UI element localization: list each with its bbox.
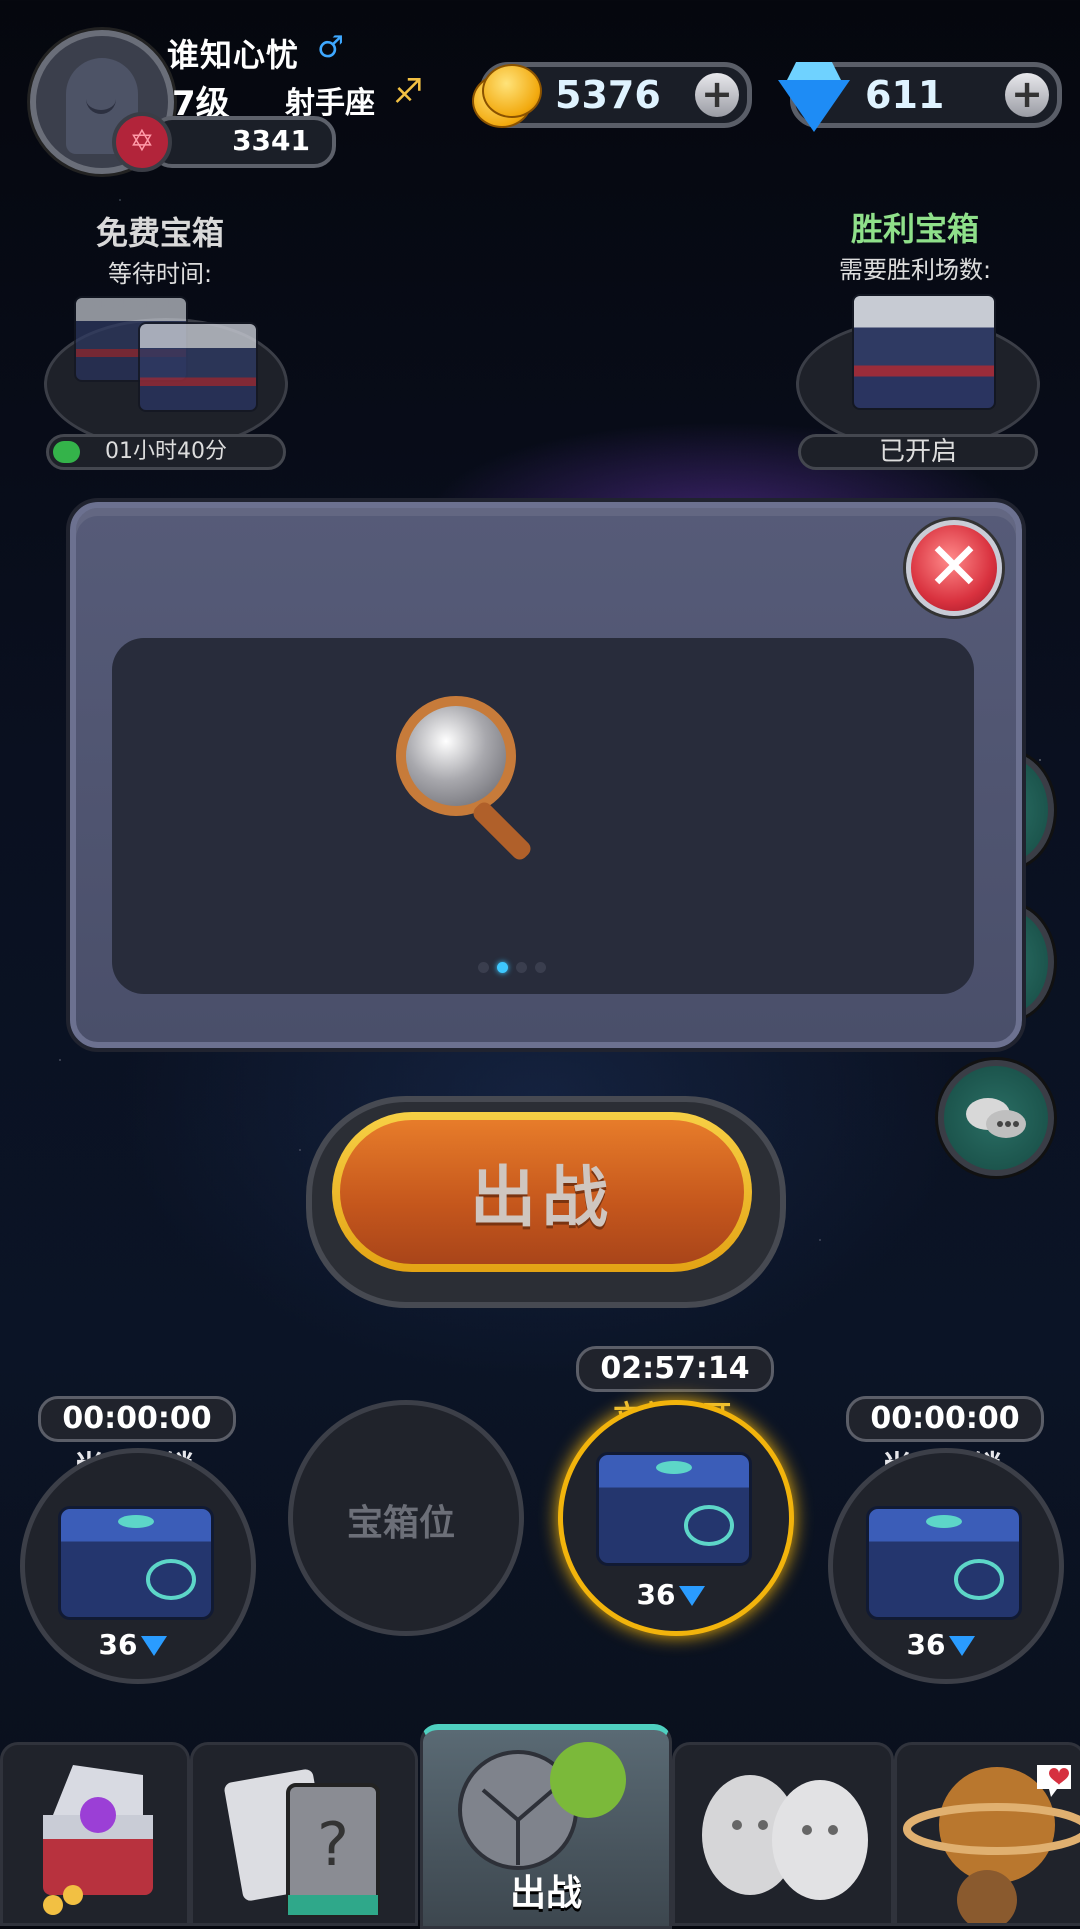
free-chest-crate-icon (138, 322, 258, 412)
victory-chest-status: 已开启 (798, 434, 1038, 470)
page-dot-active[interactable] (497, 962, 508, 973)
rank-points-bar: 3341 (150, 116, 336, 168)
friends-icon (702, 1775, 868, 1900)
mystery-card-icon: ? (224, 1769, 380, 1917)
player-name: 谁知心忧 (167, 36, 300, 74)
add-gems-button[interactable]: + (1005, 73, 1049, 117)
chat-button[interactable] (938, 1060, 1054, 1176)
free-chest-title: 免费宝箱 (95, 214, 224, 252)
slot-3-timer: 02:57:14 (576, 1346, 774, 1392)
rank-star-icon: ✡ (112, 112, 172, 172)
nav-tab-battle-label: 出战 (509, 1873, 582, 1914)
gem-icon (141, 1636, 168, 1656)
page-dot[interactable] (516, 962, 527, 973)
rank-points: 3341 (232, 124, 310, 157)
bottom-navigation: ? 出战 (0, 1724, 1080, 1929)
chat-bubbles-icon (966, 1098, 1026, 1138)
gem-count: 611 (865, 73, 945, 117)
nav-tab-battle[interactable]: 出战 (420, 1724, 672, 1929)
slot-1-price: 36 (58, 1628, 208, 1661)
treasure-chest-icon (43, 1765, 153, 1915)
nav-tab-shop[interactable] (0, 1742, 190, 1926)
battle-button[interactable]: 出战 (332, 1112, 752, 1272)
nav-tab-friends[interactable] (672, 1742, 894, 1926)
slot-1-price-value: 36 (98, 1628, 138, 1661)
gem-icon (949, 1636, 976, 1656)
slot-4-chest-icon (866, 1506, 1022, 1620)
nav-tab-cards[interactable]: ? (190, 1742, 418, 1926)
victory-chest-crate-icon (852, 294, 996, 410)
slot-4-timer: 00:00:00 (846, 1396, 1044, 1442)
coin-count: 5376 (555, 73, 661, 117)
slot-1-chest-icon (58, 1506, 214, 1620)
slot-4-price-value: 36 (906, 1628, 946, 1661)
close-modal-button[interactable]: ✕ (906, 520, 1002, 616)
slot-3-chest-icon (596, 1452, 752, 1566)
slot-3-price: 36 (596, 1578, 746, 1611)
free-chest-timer-bar: 01小时40分 (46, 434, 286, 470)
blue-gem-icon (778, 58, 852, 132)
magnifying-glass-icon (396, 696, 546, 863)
slot-3-price-value: 36 (636, 1578, 676, 1611)
slot-2-empty-label: 宝箱位 (346, 1503, 455, 1544)
gold-coins-icon (472, 60, 544, 128)
free-chest-panel[interactable]: 免费宝箱 等待时间: (40, 208, 280, 289)
slot-1-timer: 00:00:00 (38, 1396, 236, 1442)
male-gender-icon: ♂ (317, 30, 344, 65)
battle-button-label: 出战 (340, 1120, 744, 1264)
svg-text:?: ? (317, 1810, 349, 1880)
sagittarius-icon: ♐ (393, 72, 424, 112)
page-dot[interactable] (478, 962, 489, 973)
page-dot[interactable] (535, 962, 546, 973)
victory-chest-panel[interactable]: 胜利宝箱 需要胜利场数: (800, 204, 1030, 285)
victory-chest-title: 胜利宝箱 (850, 210, 979, 248)
page-indicator (478, 958, 578, 973)
victory-chest-subtitle: 需要胜利场数: (838, 256, 992, 284)
free-chest-timer: 01小时40分 (105, 439, 227, 464)
nav-tab-planet[interactable] (894, 1742, 1080, 1929)
free-chest-progress-fill (53, 441, 80, 463)
add-coins-button[interactable]: + (695, 73, 739, 117)
free-chest-subtitle: 等待时间: (107, 260, 213, 288)
planet-icon (903, 1765, 1080, 1929)
slot-4-price: 36 (866, 1628, 1016, 1661)
gem-icon (679, 1586, 706, 1606)
